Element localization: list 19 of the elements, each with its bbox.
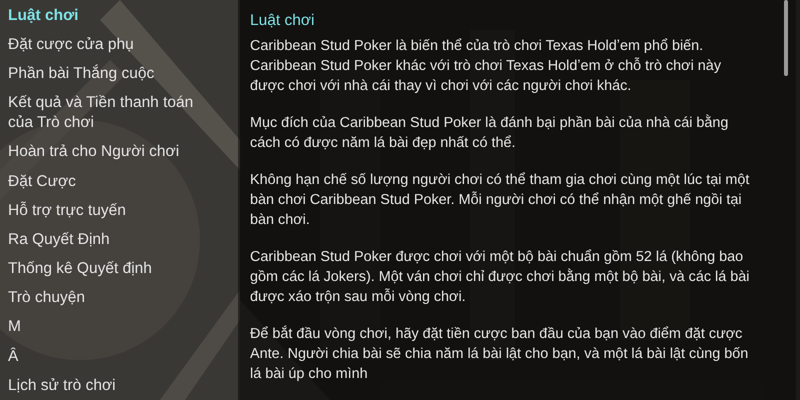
rules-paragraph: Để bắt đầu vòng chơi, hãy đặt tiền cược ban đầu của bạn vào điểm đặt cược Ante. Người chia bài sẽ chia năm lá bài lật cho bạn, và một lá bài lật cùng bốn lá bài úp cho mình <box>250 324 750 384</box>
sidebar-item[interactable]: Hỗ trợ trực tuyến <box>8 196 220 226</box>
rules-paragraph: Không hạn chế số lượng người chơi có thể tham gia chơi cùng một lúc tại một bàn chơi Caribbean Stud Poker. Mỗi người chơi có thể nhận một ghế ngồi tại bàn chơi. <box>250 171 750 230</box>
rules-paragraph: Caribbean Stud Poker được chơi với một bộ bài chuẩn gồm 52 lá (không bao gồm các lá Jokers). Một ván chơi chỉ được chơi bằng một bộ bài, và các lá bài được xáo trộn sau mỗi vòng chơi. <box>250 248 750 307</box>
sidebar-item[interactable]: Kết quả và Tiền thanh toán của Trò chơi <box>8 88 220 138</box>
rules-paragraph: Mục đích của Caribbean Stud Poker là đánh bại phần bài của nhà cái bằng cách có được năm lá bài đẹp nhất có thể. <box>250 114 730 153</box>
sidebar-item[interactable]: Đặt cược cửa phụ <box>8 30 220 60</box>
sidebar-item[interactable]: Ra Quyết Định <box>8 225 220 254</box>
sidebar-item[interactable]: Hoàn trả cho Người chơi <box>8 138 220 167</box>
rules-paragraph: Caribbean Stud Poker là biến thể của trò chơi Texas Holdʼem phổ biến. Caribbean Stud Poker khác với trò chơi Texas Holdʼem ở chỗ trò chơi này được chơi với nhà cái thay vì chơi với các người chơi khác. <box>250 37 722 96</box>
section-title: Luật chơi <box>250 11 316 31</box>
sidebar-item[interactable]: M <box>8 312 220 342</box>
sidebar-item[interactable]: Đặt Cược <box>8 166 220 196</box>
sidebar-item[interactable]: Trò chuyện <box>8 284 220 313</box>
sidebar-item[interactable]: Thống kê Quyết định <box>8 254 220 284</box>
sidebar-item[interactable]: Luật chơi <box>8 1 220 30</box>
sidebar-item[interactable]: Phần bài Thắng cuộc <box>8 59 220 89</box>
sidebar-item[interactable]: Lịch sử trò chơi <box>8 371 220 400</box>
sidebar-item[interactable]: Â <box>8 342 220 372</box>
